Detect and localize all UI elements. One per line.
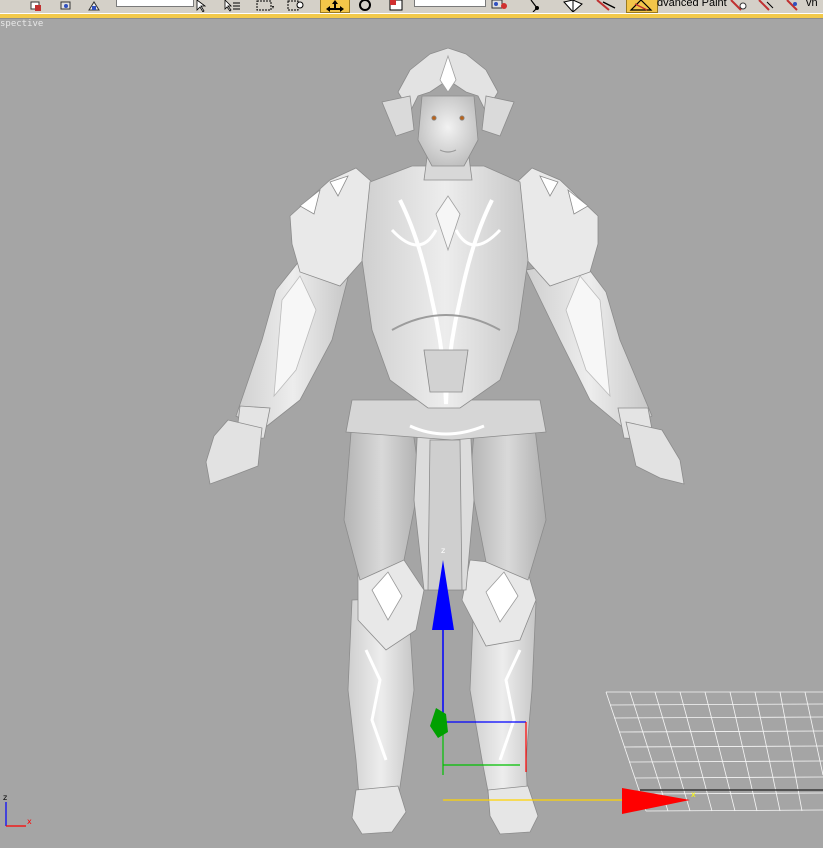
select-and-scale-icon[interactable] xyxy=(386,0,408,12)
select-and-manipulate-icon[interactable] xyxy=(528,0,542,12)
view-axis-tripod: z x xyxy=(3,793,32,827)
bind-space-warp-icon[interactable] xyxy=(86,0,102,12)
gizmo-y-arrow[interactable] xyxy=(430,708,448,738)
gizmo-z-label: z xyxy=(441,546,445,555)
use-pivot-center-icon[interactable] xyxy=(488,0,514,12)
gizmo-x-arrow[interactable] xyxy=(622,788,690,814)
angle-snap-icon[interactable] xyxy=(594,0,618,12)
advanced-paint-label[interactable]: dvanced Paint xyxy=(657,0,727,9)
select-and-move-icon[interactable] xyxy=(320,0,350,13)
advanced-paint-icon[interactable] xyxy=(626,0,658,13)
selection-filter-dropdown[interactable] xyxy=(116,0,194,7)
reference-coordinate-dropdown[interactable] xyxy=(414,0,486,7)
paint-relax-icon[interactable] xyxy=(784,0,802,12)
link-icon[interactable] xyxy=(28,0,44,12)
window-crossing-icon[interactable] xyxy=(284,0,308,12)
axis-x-label: x xyxy=(27,817,32,826)
scene-canvas[interactable]: x z z x xyxy=(0,19,823,848)
perspective-viewport[interactable]: spective x z z x xyxy=(0,19,823,848)
paint-deform-icon[interactable] xyxy=(756,0,776,12)
snaps-toggle-icon[interactable] xyxy=(560,0,586,12)
select-by-name-icon[interactable] xyxy=(222,0,242,12)
unlink-icon[interactable] xyxy=(58,0,74,12)
rectangular-selection-icon[interactable] xyxy=(254,0,276,12)
renderer-label[interactable]: vn xyxy=(806,0,818,9)
select-object-icon[interactable] xyxy=(194,0,208,12)
axis-z-label: z xyxy=(3,793,7,802)
brush-tool-icon[interactable] xyxy=(728,0,750,12)
select-and-rotate-icon[interactable] xyxy=(354,0,376,12)
main-toolbar: dvanced Paint vn xyxy=(0,0,823,15)
gizmo-x-label: x xyxy=(691,790,696,799)
